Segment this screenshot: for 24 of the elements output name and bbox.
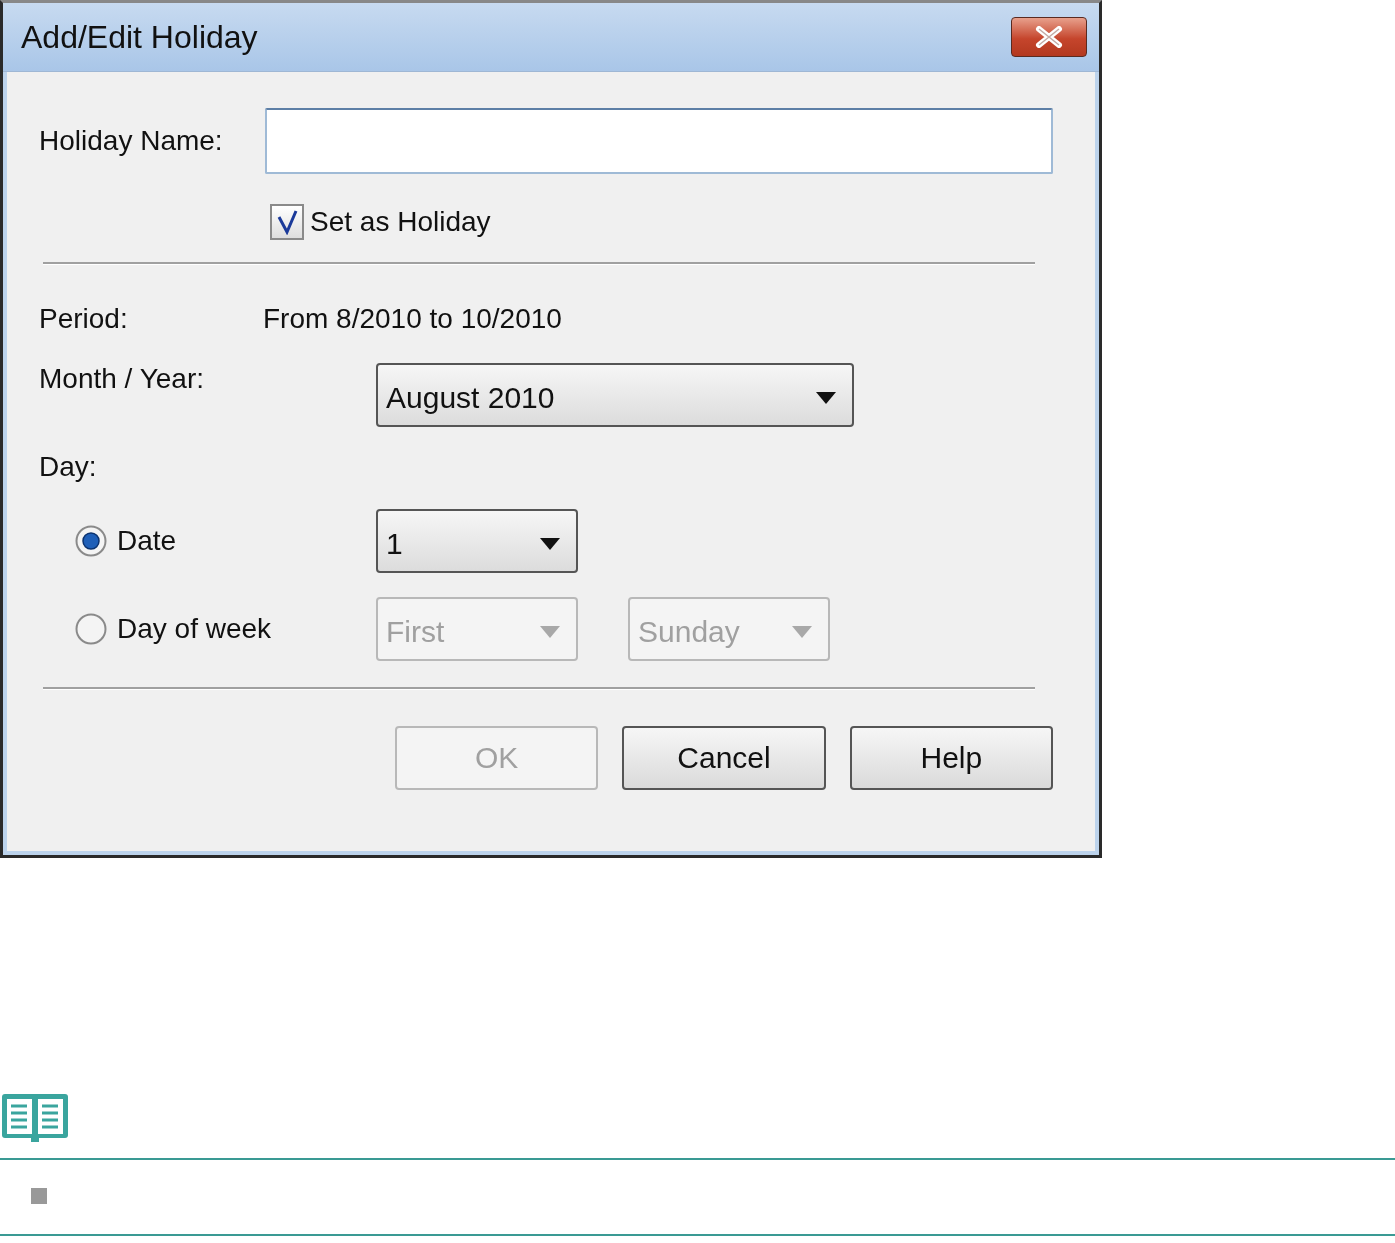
close-icon	[1034, 26, 1064, 48]
dropdown-arrow-icon	[540, 626, 560, 638]
dropdown-arrow-icon	[792, 626, 812, 638]
dropdown[interactable]: August 2010	[376, 363, 854, 427]
window-title: Add/Edit Holiday	[21, 18, 258, 56]
checkbox-label[interactable]: Set as Holiday	[310, 206, 491, 238]
radio-button[interactable]	[75, 525, 107, 557]
radio-button[interactable]	[75, 613, 107, 645]
field-label: Month / Year:	[39, 363, 205, 395]
radio-label[interactable]: Date	[117, 525, 177, 557]
field-label: Period:	[39, 303, 129, 335]
radio-label[interactable]: Day of week	[117, 613, 272, 645]
checkbox[interactable]	[270, 204, 304, 240]
dialog-button[interactable]: Cancel	[622, 726, 826, 790]
field-label: Day:	[39, 451, 98, 483]
dropdown-arrow-icon	[540, 538, 560, 550]
close-button[interactable]	[1011, 17, 1087, 57]
input-field[interactable]	[265, 108, 1053, 174]
period-value: From 8/2010 to 10/2010	[263, 303, 562, 335]
dialog-button[interactable]: Help	[849, 726, 1053, 790]
dropdown-arrow-icon	[816, 392, 836, 404]
dropdown[interactable]: 1	[376, 509, 578, 573]
field-label: Holiday Name:	[39, 125, 224, 157]
bullet-icon	[31, 1188, 47, 1204]
